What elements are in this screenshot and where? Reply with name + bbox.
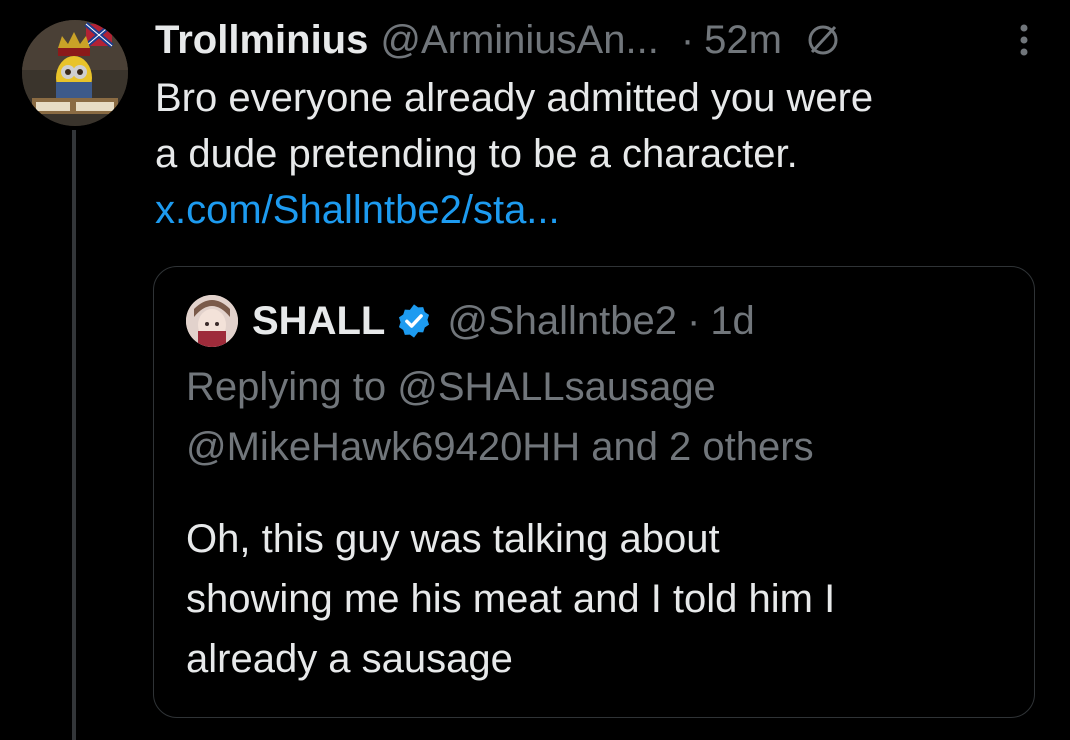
quote-display-name[interactable]: SHALL [252, 299, 385, 344]
tweet-header: Trollminius @ArminiusAn... · 52m [155, 10, 1050, 70]
tweet-text: Bro everyone already admitted you were a… [155, 70, 1035, 238]
display-name[interactable]: Trollminius [155, 18, 368, 63]
replying-to: Replying to @SHALLsausage @MikeHawk69420… [186, 357, 814, 477]
quote-tweet-card[interactable]: SHALL @Shallntbe2 · 1d Replying to @SHAL… [153, 266, 1035, 718]
handle[interactable]: @ArminiusAn... [380, 18, 658, 63]
quote-text-line: already a sausage [186, 637, 513, 681]
verified-badge-icon [395, 302, 433, 340]
timestamp[interactable]: 52m [704, 18, 782, 63]
tweet-link[interactable]: x.com/Shallntbe2/sta... [155, 188, 560, 232]
tweet-text-line: a dude pretending to be a character. [155, 132, 798, 176]
circle-slash-icon[interactable] [804, 21, 842, 59]
quote-avatar[interactable] [186, 295, 238, 347]
avatar[interactable] [22, 20, 128, 126]
quote-timestamp[interactable]: 1d [710, 299, 755, 344]
thread-line [72, 130, 76, 740]
quote-header: SHALL @Shallntbe2 · 1d [186, 293, 755, 349]
tweet[interactable]: Trollminius @ArminiusAn... · 52m Bro eve… [155, 10, 1050, 238]
separator-dot: · [680, 17, 695, 62]
quote-handle[interactable]: @Shallntbe2 [447, 299, 677, 344]
avatar-image [22, 20, 128, 126]
quote-text-line: showing me his meat and I told him I [186, 577, 836, 621]
more-vertical-icon[interactable] [1018, 22, 1030, 58]
quote-text-line: Oh, this guy was talking about [186, 517, 720, 561]
tweet-text-line: Bro everyone already admitted you were [155, 76, 874, 120]
quote-separator-dot: · [686, 298, 701, 343]
replying-to-line[interactable]: @MikeHawk69420HH and 2 others [186, 417, 814, 477]
replying-to-line[interactable]: Replying to @SHALLsausage [186, 357, 814, 417]
quote-text: Oh, this guy was talking about showing m… [186, 509, 835, 689]
